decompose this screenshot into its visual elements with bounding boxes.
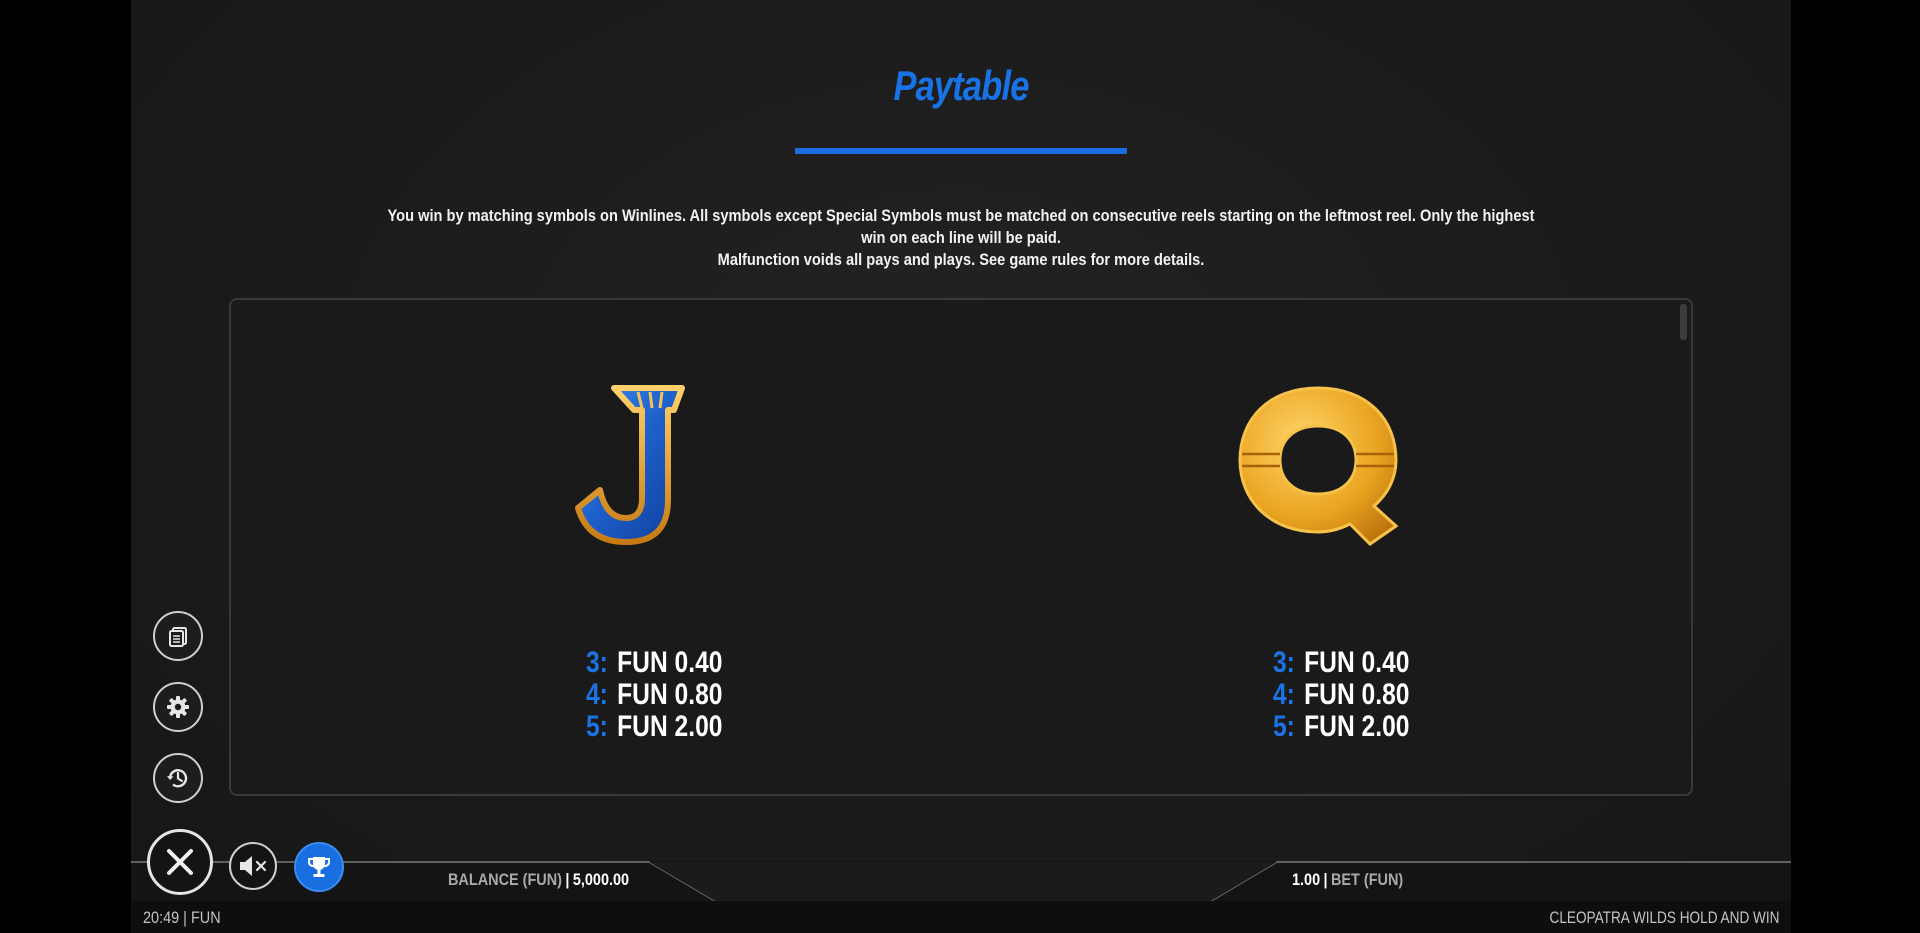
pay-count: 4: [586,678,608,711]
bet-separator: | [1323,870,1328,889]
paytable-title: Paytable [893,62,1029,109]
intro-line-2: Malfunction voids all pays and plays. Se… [717,250,1205,269]
panel-scrollbar[interactable] [1680,304,1687,340]
pay-row: 5: FUN 2.00 [1273,711,1409,743]
bottom-bar [131,861,1791,901]
history-icon [167,769,188,788]
clock-mode: 20:49 | FUN [143,908,221,927]
letter-q-pays: 3: FUN 0.40 4: FUN 0.80 5: FUN 2.00 [1273,647,1439,743]
letter-j-pays: 3: FUN 0.40 4: FUN 0.80 5: FUN 2.00 [586,647,752,743]
letter-j-symbol-icon [542,380,722,550]
history-button[interactable] [153,753,203,803]
pay-amount: FUN 2.00 [617,710,723,743]
game-name: CLEOPATRA WILDS HOLD AND WIN [1549,908,1779,927]
pay-amount: FUN 0.40 [1304,646,1410,679]
balance-separator: | [565,870,570,889]
intro-line-1: You win by matching symbols on Winlines.… [387,206,1535,247]
left-letterbox [0,0,131,933]
pay-count: 3: [1273,646,1295,679]
right-letterbox [1791,0,1920,933]
bet-label: BET (FUN) [1330,870,1404,889]
game-window: Paytable You win by matching symbols on … [131,0,1791,933]
footer-bar: 20:49 | FUN CLEOPATRA WILDS HOLD AND WIN [131,901,1791,933]
trophy-icon [307,857,331,877]
speaker-muted-icon [240,856,267,876]
balance-display: BALANCE (FUN) | 5,000.00 [448,870,629,890]
pay-amount: FUN 2.00 [1304,710,1410,743]
pay-row: 4: FUN 0.80 [586,679,722,711]
bet-display: 1.00 | BET (FUN) [1292,870,1403,890]
pay-row: 3: FUN 0.40 [586,647,722,679]
pay-count: 5: [1273,710,1295,743]
pay-amount: FUN 0.40 [617,646,723,679]
letter-q-symbol-icon [1228,380,1408,550]
gear-icon [167,696,189,718]
pay-count: 4: [1273,678,1295,711]
pay-amount: FUN 0.80 [617,678,723,711]
settings-button[interactable] [153,682,203,732]
pay-amount: FUN 0.80 [1304,678,1410,711]
balance-label: BALANCE (FUN) [448,870,562,889]
close-icon [167,849,193,875]
bet-value: 1.00 [1292,870,1321,889]
pay-row: 5: FUN 2.00 [586,711,722,743]
pay-count: 3: [586,646,608,679]
bottom-bar-frame [131,861,1791,901]
paytable-icon [169,627,187,647]
paytable-intro: You win by matching symbols on Winlines.… [385,205,1537,271]
mute-button[interactable] [229,842,277,890]
title-underline [795,148,1127,154]
balance-value: 5,000.00 [572,870,630,889]
close-button[interactable] [147,829,213,895]
paytable-panel[interactable]: 3: FUN 0.40 4: FUN 0.80 5: FUN 2.00 3: FUN 0… [229,298,1693,796]
pay-row: 4: FUN 0.80 [1273,679,1409,711]
tournament-button[interactable] [294,842,344,892]
pay-count: 5: [586,710,608,743]
paytable-button[interactable] [153,611,203,661]
pay-row: 3: FUN 0.40 [1273,647,1409,679]
